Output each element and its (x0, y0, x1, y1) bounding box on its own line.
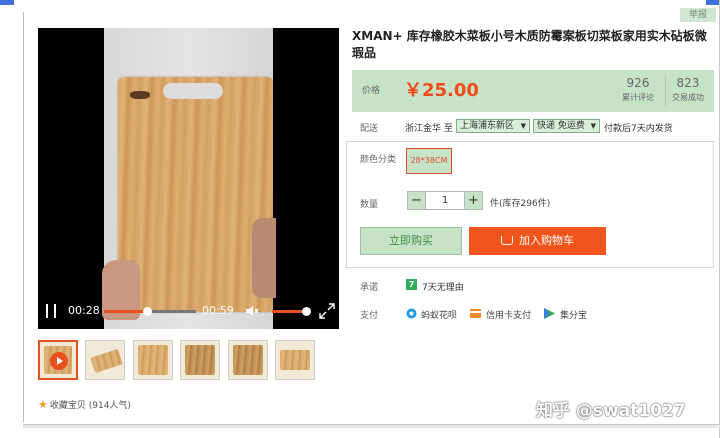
payment-label: 支付 (360, 311, 379, 321)
ant-huabei-icon (406, 308, 417, 319)
top-bar-inner (14, 0, 706, 5)
volume-fill (272, 310, 306, 313)
volume-icon[interactable] (245, 305, 259, 317)
promise-label: 承诺 (360, 283, 379, 293)
video-progress-fill (104, 310, 148, 313)
cart-icon (501, 236, 513, 245)
shipping-note: 付款后7天内发货 (604, 124, 673, 134)
chevron-down-icon: ▼ (520, 122, 526, 130)
video-total-time: 00:59 (202, 304, 234, 317)
sales-stat: 823 交易成功 (668, 76, 708, 103)
favorite-button[interactable]: ★ 收藏宝贝 (914人气) (38, 398, 131, 411)
shipping-label: 配送 (360, 124, 379, 134)
price-panel: 价格 ￥25.00 926 累计评论 823 交易成功 (352, 70, 714, 112)
thumbnail-item[interactable] (228, 340, 268, 380)
play-icon (50, 352, 68, 370)
watermark-text: 知乎 @swat1027 (536, 401, 686, 421)
board-logo-mark (130, 91, 150, 99)
frame-bottom-border (23, 424, 720, 428)
thumbnail-item[interactable] (180, 340, 220, 380)
video-progress-bar[interactable] (104, 307, 196, 316)
add-to-cart-label: 加入购物车 (519, 234, 574, 247)
product-title: XMAN+ 库存橡胶木菜板小号木质防霉案板切菜板家用实木砧板微瑕品 (352, 29, 707, 60)
shipping-from: 浙江金华 至 (405, 124, 453, 134)
jifenbao-icon (544, 308, 555, 319)
payment-method-credit-card[interactable]: 信用卡支付 (486, 308, 531, 321)
hand-right (252, 218, 276, 298)
volume-slider[interactable] (272, 307, 311, 316)
thumbnail-item[interactable] (85, 340, 125, 380)
pause-icon[interactable] (46, 304, 56, 318)
reviews-label: 累计评论 (622, 93, 654, 102)
reviews-stat[interactable]: 926 累计评论 (617, 76, 659, 103)
fullscreen-icon[interactable] (319, 303, 335, 319)
price-label: 价格 (362, 86, 381, 96)
color-option-chip[interactable]: 28*38CM (406, 148, 452, 174)
seven-day-return-icon: 7 (406, 279, 417, 290)
destination-value: 上海浦东新区 (460, 121, 515, 131)
buy-now-button[interactable]: 立即购买 (360, 227, 462, 255)
report-link[interactable]: 举报 (680, 8, 716, 22)
credit-card-icon (470, 309, 481, 318)
video-progress-knob[interactable] (143, 307, 153, 316)
quantity-increment-button[interactable]: + (464, 191, 483, 210)
thumbnail-image (90, 348, 123, 374)
stock-text: 件(库存296件) (490, 199, 551, 209)
shipping-method-value: 快递 免运费 (537, 121, 585, 131)
stat-divider (665, 76, 666, 106)
thumbnail-item[interactable] (275, 340, 315, 380)
thumbnail-image (185, 345, 215, 375)
sales-label: 交易成功 (672, 93, 704, 102)
payment-method-jifenbao[interactable]: 集分宝 (560, 308, 587, 321)
payment-method-huabei[interactable]: 蚂蚁花呗 (421, 308, 457, 321)
product-video-player[interactable]: 00:28 00:59 (38, 28, 339, 329)
video-current-time: 00:28 (68, 304, 100, 317)
thumbnail-image (233, 345, 263, 375)
shipping-method-select[interactable]: 快递 免运费 ▼ (533, 119, 600, 133)
quantity-label: 数量 (360, 200, 379, 210)
frame-left-border (23, 12, 24, 422)
favorite-text: 收藏宝贝 (914人气) (49, 401, 131, 411)
volume-knob[interactable] (302, 307, 311, 316)
board-handle-hole (163, 83, 223, 99)
destination-select[interactable]: 上海浦东新区 ▼ (456, 119, 530, 133)
sales-count: 823 (676, 76, 700, 90)
thumbnail-item[interactable] (133, 340, 173, 380)
quantity-input[interactable]: 1 (426, 191, 464, 210)
color-label: 颜色分类 (360, 155, 397, 165)
thumbnail-image (280, 350, 310, 370)
price-value: ￥25.00 (404, 80, 479, 101)
thumbnail-video[interactable] (38, 340, 78, 380)
star-icon: ★ (38, 398, 48, 411)
video-controls: 00:28 00:59 (38, 298, 339, 329)
cutting-board-image (118, 77, 273, 312)
add-to-cart-button[interactable]: 加入购物车 (469, 227, 606, 255)
quantity-decrement-button[interactable]: − (407, 191, 426, 210)
chevron-down-icon: ▼ (590, 122, 596, 130)
reviews-count: 926 (626, 76, 650, 90)
thumbnail-image (138, 345, 168, 375)
promise-text[interactable]: 7天无理由 (422, 280, 464, 293)
